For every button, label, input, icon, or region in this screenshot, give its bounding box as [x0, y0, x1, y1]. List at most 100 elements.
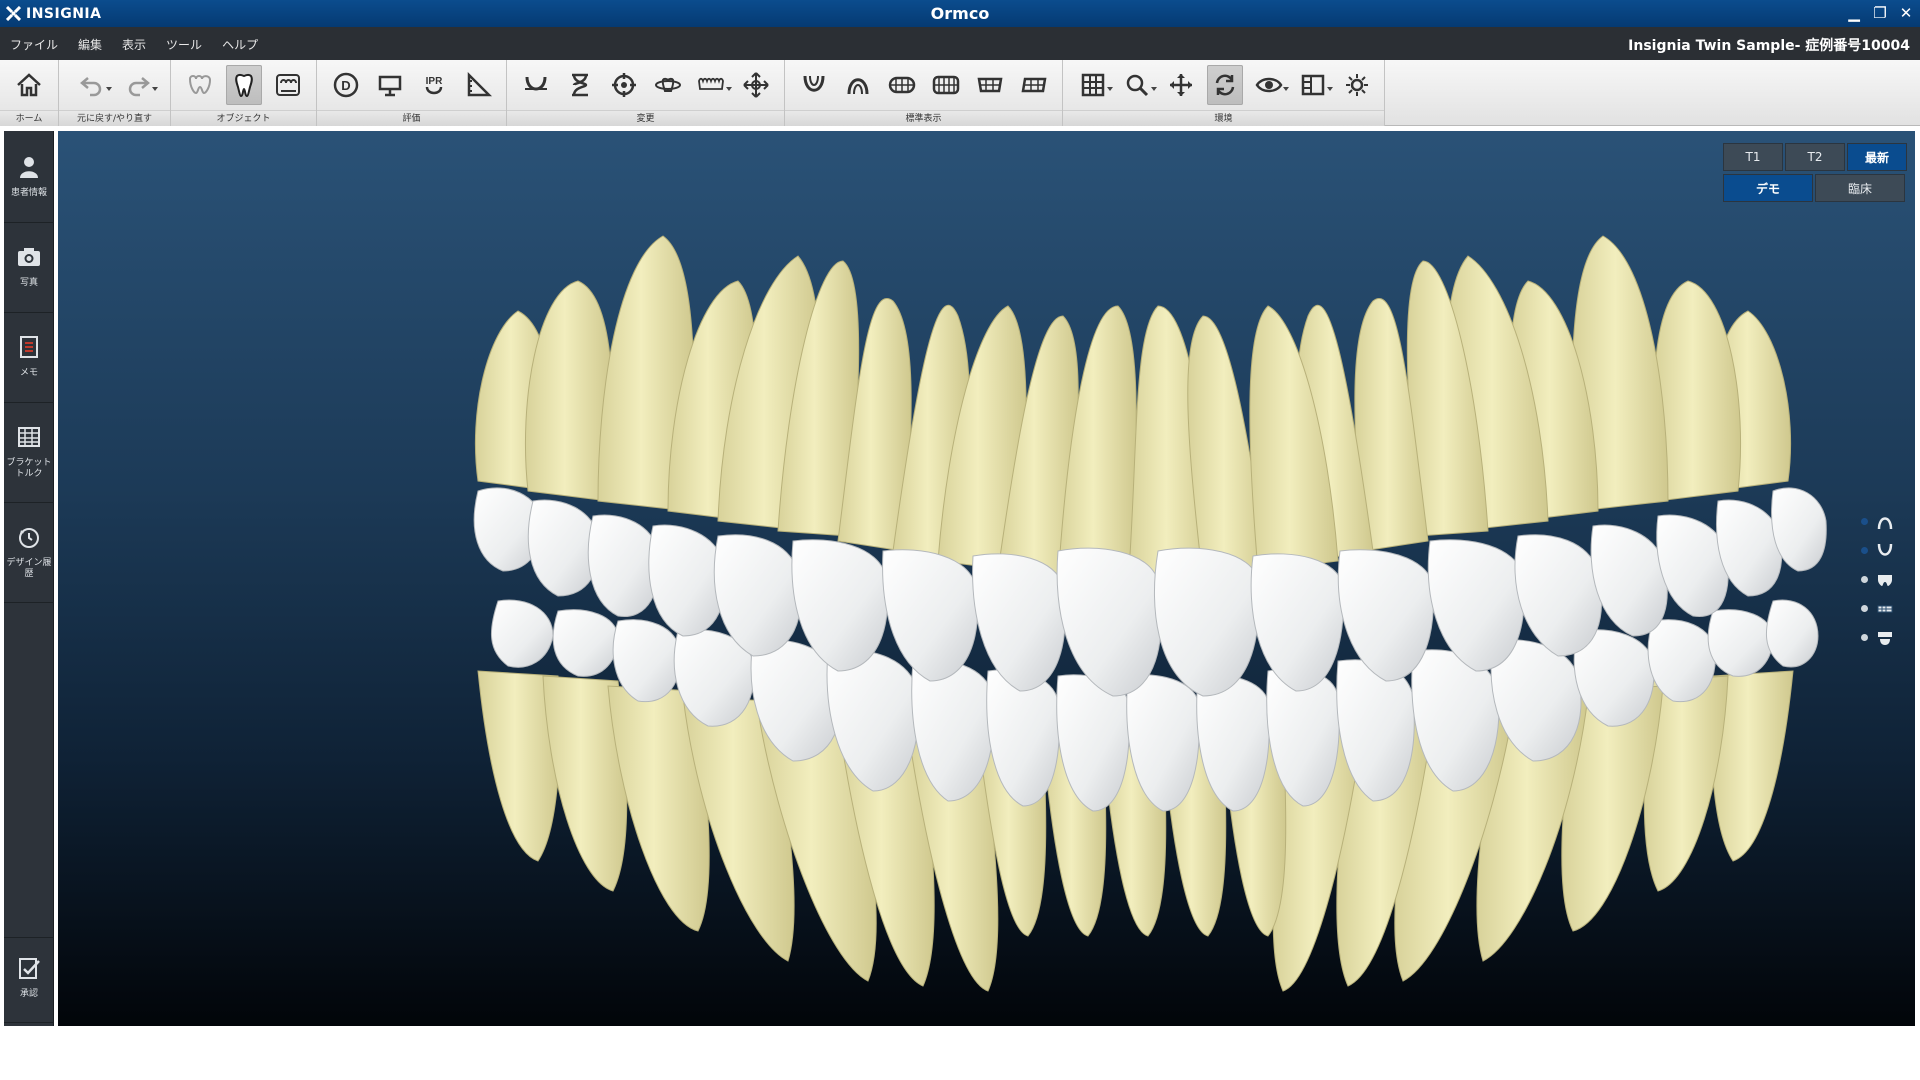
toolbar-group-evaluate: D IPR 評価: [317, 60, 507, 126]
undo-button[interactable]: [74, 65, 112, 105]
upper-teeth-small-icon: [1878, 574, 1892, 586]
teeth-model[interactable]: [58, 131, 1915, 1026]
arch-form-button[interactable]: [518, 65, 554, 105]
sidebar-item-patient-info[interactable]: 患者情報: [4, 137, 54, 223]
sidebar-item-label: ブラケットトルク: [6, 458, 52, 479]
toggle-dot: [1861, 576, 1868, 583]
3d-viewport[interactable]: T1 T2 最新 デモ 臨床: [58, 131, 1915, 1026]
view-lower-button[interactable]: [796, 65, 832, 105]
visibility-button[interactable]: [1251, 65, 1289, 105]
mode-demo-button[interactable]: デモ: [1723, 174, 1813, 202]
lower-arch-icon: [803, 75, 824, 92]
tooth-rotate-icon: [654, 77, 681, 92]
move-arrows-icon: [742, 72, 769, 98]
hourglass-icon: [571, 73, 588, 97]
minimize-button[interactable]: ▁: [1844, 2, 1864, 24]
layout-button[interactable]: [1295, 65, 1333, 105]
ipr-button[interactable]: IPR: [416, 65, 452, 105]
menu-file[interactable]: ファイル: [10, 36, 58, 53]
toolbar-group-label: 元に戻す/やり直す: [59, 110, 170, 126]
target-button[interactable]: [606, 65, 642, 105]
undo-icon: [79, 77, 101, 97]
jaw-icon: [275, 74, 300, 96]
restore-button[interactable]: ❐: [1870, 2, 1890, 24]
sidebar-item-photos[interactable]: 写真: [4, 227, 54, 313]
toolbar-group-object: オブジェクト: [171, 60, 317, 126]
projector-icon: [378, 75, 401, 97]
rotate-button[interactable]: [1207, 65, 1243, 105]
sidebar-item-bracket-torque[interactable]: ブラケットトルク: [4, 407, 54, 503]
tooth-rotate-button[interactable]: [650, 65, 686, 105]
redo-icon: [128, 77, 150, 97]
side-left-icon: [1021, 77, 1046, 93]
timepoint-t1-button[interactable]: T1: [1723, 143, 1783, 171]
both-teeth-toggle[interactable]: [1861, 623, 1901, 652]
menu-help[interactable]: ヘルプ: [222, 36, 258, 53]
toolbar-group-home: ホーム: [0, 60, 59, 126]
sidebar-item-label: メモ: [19, 368, 38, 378]
sidebar-item-label: 患者情報: [10, 188, 47, 198]
lower-arch-small-icon: [1877, 543, 1893, 556]
camera-view-button[interactable]: [372, 65, 408, 105]
eye-icon: [1255, 77, 1283, 93]
upper-teeth-toggle[interactable]: [1861, 565, 1901, 594]
menu-view[interactable]: 表示: [122, 36, 146, 53]
title-bar: INSIGNIA Ormco ▁ ❐ ✕: [0, 0, 1920, 27]
toolbar-group-label: 評価: [317, 110, 506, 126]
tooth-button[interactable]: [225, 65, 262, 105]
timepoint-latest-button[interactable]: 最新: [1847, 143, 1907, 171]
magnifier-icon: [1126, 74, 1149, 97]
view-right-button[interactable]: [972, 65, 1008, 105]
arch-visibility-controls: [1861, 507, 1901, 652]
pan-button[interactable]: [1163, 65, 1199, 105]
window-controls: ▁ ❐ ✕: [1844, 2, 1916, 24]
toolbar-group-label: 標準表示: [785, 110, 1062, 126]
pan-arrows-icon: [1170, 74, 1192, 96]
side-right-icon: [977, 77, 1002, 93]
arch-curve-icon: [524, 76, 547, 91]
sidebar-item-memo[interactable]: メモ: [4, 317, 54, 403]
close-button[interactable]: ✕: [1896, 2, 1916, 24]
toolbar-group-label: 環境: [1063, 110, 1384, 126]
upper-arch-small-icon: [1877, 516, 1893, 529]
insignia-logo-icon: [6, 6, 21, 21]
crosshair-icon: [611, 73, 636, 97]
view-left-button[interactable]: [1016, 65, 1052, 105]
gum-toggle-button[interactable]: [182, 65, 218, 105]
redo-button[interactable]: [120, 65, 158, 105]
history-icon: [19, 528, 39, 548]
upper-arch-toggle[interactable]: [1861, 507, 1901, 536]
layout-icon: [1301, 74, 1325, 96]
ipr-text: IPR: [425, 76, 442, 87]
arch-view-button[interactable]: [270, 65, 306, 105]
mode-clinical-button[interactable]: 臨床: [1815, 174, 1905, 202]
teeth-row-icon: [697, 77, 724, 90]
lower-teeth-toggle[interactable]: [1861, 594, 1901, 623]
sidebar-item-design-history[interactable]: デザイン履歴: [4, 507, 54, 603]
sidebar-item-label: 写真: [19, 278, 38, 288]
menu-edit[interactable]: 編集: [78, 36, 102, 53]
toolbar: ホーム 元に戻す/やり直す オブジェクト D IPR 評価 変更 標準表示 環境: [0, 60, 1920, 126]
sidebar-item-label: デザイン履歴: [6, 558, 52, 579]
move-tooth-button[interactable]: [738, 65, 774, 105]
hourglass-button[interactable]: [562, 65, 598, 105]
grid-button[interactable]: [1075, 65, 1113, 105]
view-front-closed-button[interactable]: [928, 65, 964, 105]
view-upper-button[interactable]: [840, 65, 876, 105]
toolbar-group-standard-view: 標準表示: [785, 60, 1063, 126]
menu-bar: ファイル 編集 表示 ツール ヘルプ Insignia Twin Sample-…: [0, 27, 1920, 60]
distance-button[interactable]: D: [328, 65, 364, 105]
timepoint-t2-button[interactable]: T2: [1785, 143, 1845, 171]
view-front-button[interactable]: [884, 65, 920, 105]
home-button[interactable]: [11, 65, 47, 105]
measure-button[interactable]: [460, 65, 496, 105]
zoom-button[interactable]: [1119, 65, 1157, 105]
timepoint-toggle: T1 T2 最新 デモ 臨床: [1723, 143, 1907, 205]
sidebar-item-approve[interactable]: 承認: [4, 937, 54, 1023]
multi-teeth-button[interactable]: [694, 65, 732, 105]
menu-tools[interactable]: ツール: [166, 36, 202, 53]
toggle-dot: [1861, 634, 1868, 641]
app-window: INSIGNIA Ormco ▁ ❐ ✕ ファイル 編集 表示 ツール ヘルプ …: [0, 0, 1920, 1080]
lighting-button[interactable]: [1339, 65, 1375, 105]
lower-arch-toggle[interactable]: [1861, 536, 1901, 565]
